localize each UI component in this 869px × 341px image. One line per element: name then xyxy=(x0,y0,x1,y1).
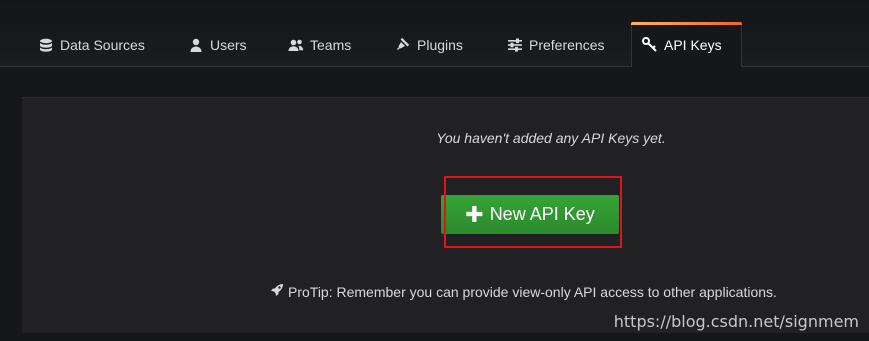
tab-label: Plugins xyxy=(417,37,463,53)
tab-label: Preferences xyxy=(529,37,605,53)
tab-data-sources[interactable]: Data Sources xyxy=(28,24,155,66)
tab-label: Data Sources xyxy=(60,37,145,53)
protip: ProTip: Remember you can provide view-on… xyxy=(270,283,777,300)
key-icon xyxy=(642,37,658,53)
tab-api-keys[interactable]: API Keys xyxy=(631,22,742,67)
tab-bar: Data Sources Users Teams Plugins Prefere… xyxy=(0,0,869,67)
sliders-icon xyxy=(507,37,523,53)
api-keys-panel: You haven't added any API Keys yet. ✚ Ne… xyxy=(22,97,869,333)
tab-teams[interactable]: Teams xyxy=(278,24,361,66)
plug-icon xyxy=(395,37,411,53)
database-icon xyxy=(38,37,54,53)
users-icon xyxy=(288,37,304,53)
tab-label: API Keys xyxy=(664,37,722,53)
tab-label: Users xyxy=(210,37,247,53)
tab-users[interactable]: Users xyxy=(178,24,257,66)
user-icon xyxy=(188,37,204,53)
highlight-box xyxy=(444,176,622,248)
tab-label: Teams xyxy=(310,37,352,53)
tab-plugins[interactable]: Plugins xyxy=(385,24,473,66)
rocket-icon xyxy=(270,283,284,300)
api-keys-page: Data Sources Users Teams Plugins Prefere… xyxy=(0,0,869,341)
empty-state-message: You haven't added any API Keys yet. xyxy=(436,130,666,146)
protip-text: ProTip: Remember you can provide view-on… xyxy=(288,283,777,300)
watermark: https://blog.csdn.net/signmem xyxy=(613,312,859,331)
tab-preferences[interactable]: Preferences xyxy=(497,24,614,66)
